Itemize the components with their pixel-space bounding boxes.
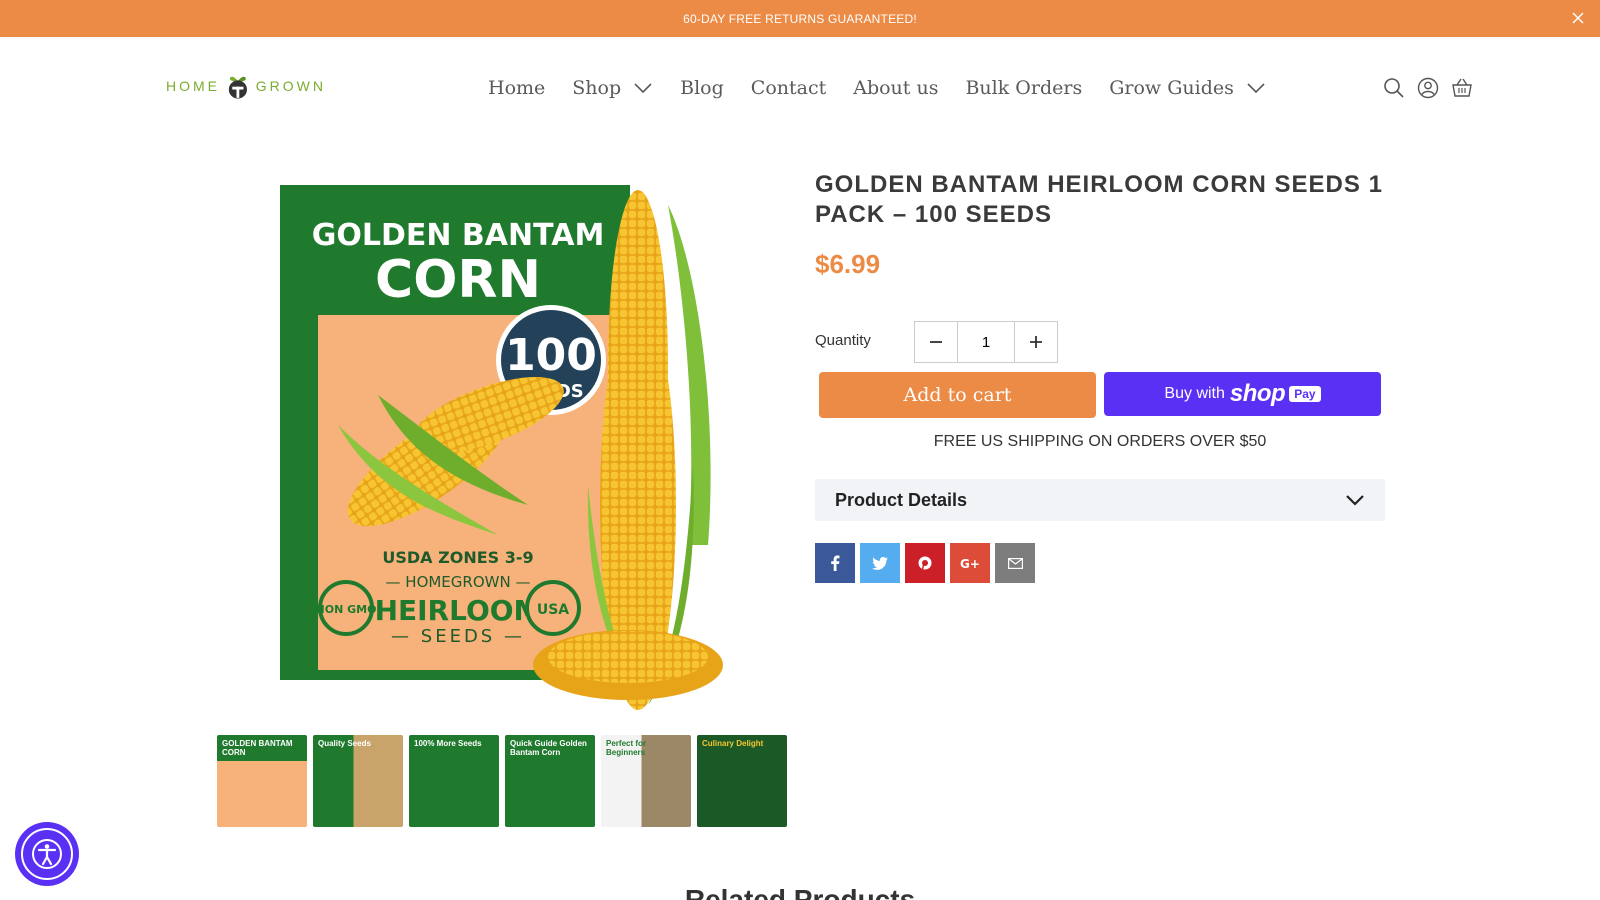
nav-label: Grow Guides <box>1109 77 1234 99</box>
logo[interactable]: HOME GROWN <box>166 66 326 106</box>
buy-with-label: Buy with <box>1164 385 1225 402</box>
product-title: GOLDEN BANTAM HEIRLOOM CORN SEEDS 1 PACK… <box>815 171 1383 228</box>
nav-item-home[interactable]: Home <box>488 77 545 99</box>
facebook-icon <box>831 555 840 571</box>
thumbnail-caption: Quick Guide Golden Bantam Corn <box>510 739 587 757</box>
logo-text-left: HOME <box>166 78 220 94</box>
related-products-heading: Related Products <box>684 884 916 900</box>
thumbnail-caption: Perfect for Beginners <box>606 739 647 757</box>
nav-item-grow-guides[interactable]: Grow Guides <box>1109 77 1266 99</box>
product-details-toggle[interactable]: Product Details <box>815 479 1385 521</box>
twitter-icon <box>872 556 888 570</box>
close-icon[interactable] <box>1570 10 1586 26</box>
google-plus-icon: G+ <box>960 557 980 569</box>
plus-icon <box>1030 336 1042 348</box>
chevron-down-icon <box>1346 495 1364 506</box>
thumbnail-5[interactable]: Perfect for Beginners <box>601 735 691 827</box>
nav-label: Shop <box>572 77 622 99</box>
chevron-down-icon <box>634 83 652 94</box>
pay-badge: Pay <box>1289 386 1321 402</box>
search-icon[interactable] <box>1383 77 1405 99</box>
thumbnail-strip: GOLDEN BANTAM CORN Quality Seeds 100% Mo… <box>217 735 787 827</box>
packet-usa: USA <box>537 602 569 618</box>
nav-item-about[interactable]: About us <box>853 77 938 99</box>
share-buttons: G+ <box>815 543 1035 583</box>
shipping-notice: FREE US SHIPPING ON ORDERS OVER $50 <box>933 433 1267 450</box>
thumbnail-3[interactable]: 100% More Seeds <box>409 735 499 827</box>
packet-brand: — HOMEGROWN — <box>386 573 531 591</box>
thumbnail-caption: Culinary Delight <box>702 739 764 748</box>
main-nav: Home Shop Blog Contact About us Bulk Ord… <box>488 74 1293 102</box>
nav-label: About us <box>853 77 939 99</box>
packet-heirloom: HEIRLOOM <box>375 594 542 627</box>
packet-line2: CORN <box>375 250 541 310</box>
chevron-down-icon <box>1247 83 1265 94</box>
accessibility-button[interactable] <box>15 822 79 886</box>
nav-item-blog[interactable]: Blog <box>680 77 724 99</box>
announcement-bar: 60-DAY FREE RETURNS GUARANTEED! <box>0 0 1600 37</box>
packet-nongmo: NON GMO <box>316 603 377 616</box>
email-icon <box>1007 557 1023 569</box>
product-details-label: Product Details <box>835 489 968 510</box>
product-main-image[interactable]: GOLDEN BANTAM CORN 100 SEEDS USDA ZONES … <box>268 165 733 720</box>
nav-label: Contact <box>750 77 827 99</box>
thumbnail-2[interactable]: Quality Seeds <box>313 735 403 827</box>
pinterest-icon <box>918 556 932 570</box>
accessibility-icon <box>32 839 62 869</box>
logo-text-right: GROWN <box>255 78 326 94</box>
thumbnail-caption: GOLDEN BANTAM CORN <box>222 739 293 757</box>
quantity-input[interactable] <box>957 322 1015 362</box>
thumbnail-4[interactable]: Quick Guide Golden Bantam Corn <box>505 735 595 827</box>
quantity-label: Quantity <box>815 332 871 349</box>
thumbnail-caption: 100% More Seeds <box>414 739 482 748</box>
product-price: $6.99 <box>815 249 881 279</box>
svg-text:G+: G+ <box>960 557 980 569</box>
increase-button[interactable] <box>1015 322 1057 362</box>
packet-seeds: — SEEDS — <box>391 626 525 647</box>
nav-label: Bulk Orders <box>965 77 1083 99</box>
pinterest-share-button[interactable] <box>905 543 945 583</box>
nav-label: Blog <box>680 77 724 99</box>
nav-item-bulk-orders[interactable]: Bulk Orders <box>965 77 1082 99</box>
email-share-button[interactable] <box>995 543 1035 583</box>
facebook-share-button[interactable] <box>815 543 855 583</box>
minus-icon <box>930 341 942 343</box>
announcement-text: 60-DAY FREE RETURNS GUARANTEED! <box>683 11 917 26</box>
badge-count: 100 <box>505 330 597 381</box>
shop-logo-text: shop <box>1229 380 1286 407</box>
google-plus-share-button[interactable]: G+ <box>950 543 990 583</box>
add-to-cart-button[interactable]: Add to cart <box>819 372 1096 418</box>
nav-label: Home <box>488 77 546 99</box>
packet-zones: USDA ZONES 3-9 <box>382 548 533 567</box>
decrease-button[interactable] <box>915 322 957 362</box>
packet-line1: GOLDEN BANTAM <box>312 218 605 253</box>
twitter-share-button[interactable] <box>860 543 900 583</box>
thumbnail-caption: Quality Seeds <box>318 739 371 748</box>
header-icons <box>1383 77 1473 99</box>
thumbnail-6[interactable]: Culinary Delight <box>697 735 787 827</box>
buy-with-shop-pay-button[interactable]: Buy with shop Pay <box>1104 372 1381 416</box>
nav-item-shop[interactable]: Shop <box>572 77 653 99</box>
logo-mark-icon <box>228 76 247 99</box>
nav-item-contact[interactable]: Contact <box>751 77 826 99</box>
thumbnail-1[interactable]: GOLDEN BANTAM CORN <box>217 735 307 827</box>
quantity-stepper <box>914 321 1058 363</box>
cart-icon[interactable] <box>1451 77 1473 99</box>
account-icon[interactable] <box>1417 77 1439 99</box>
accessibility-ring <box>21 828 73 880</box>
